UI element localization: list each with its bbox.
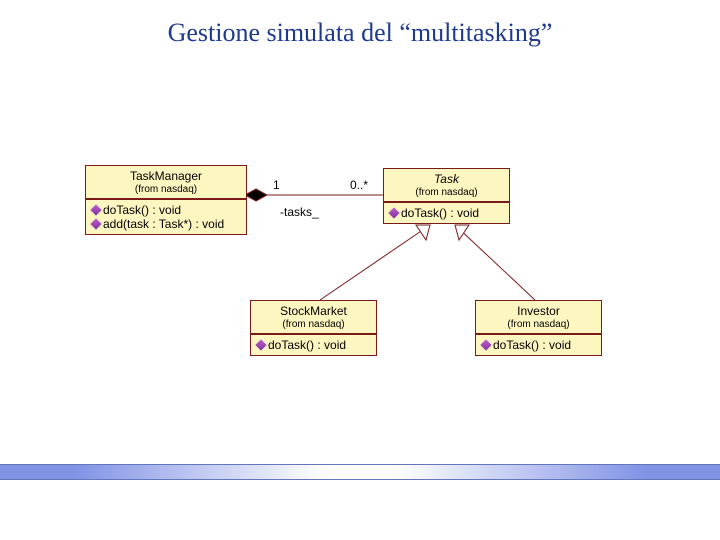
class-operations: doTask() : void xyxy=(251,335,376,355)
class-origin: (from nasdaq) xyxy=(384,187,509,201)
operation-label: doTask() : void xyxy=(493,338,571,352)
association-role: -tasks_ xyxy=(280,205,319,219)
class-task: Task (from nasdaq) doTask() : void xyxy=(383,168,510,224)
slide-title: Gestione simulata del “multitasking” xyxy=(0,18,720,48)
uml-connectors xyxy=(0,0,720,540)
operation-label: doTask() : void xyxy=(103,203,181,217)
operation-icon xyxy=(255,339,266,350)
multiplicity-right: 0..* xyxy=(350,178,368,192)
class-operations: doTask() : void xyxy=(384,203,509,223)
class-origin: (from nasdaq) xyxy=(476,319,601,333)
operation: doTask() : void xyxy=(257,338,370,352)
class-task-manager: TaskManager (from nasdaq) doTask() : voi… xyxy=(85,165,247,235)
class-investor: Investor (from nasdaq) doTask() : void xyxy=(475,300,602,356)
operation-label: doTask() : void xyxy=(401,206,479,220)
operation: doTask() : void xyxy=(92,203,240,217)
class-name: Task xyxy=(384,169,509,187)
operation-icon xyxy=(388,207,399,218)
operation: doTask() : void xyxy=(390,206,503,220)
class-operations: doTask() : void xyxy=(476,335,601,355)
class-name: TaskManager xyxy=(86,166,246,184)
operation-icon xyxy=(480,339,491,350)
class-name: Investor xyxy=(476,301,601,319)
operation-label: add(task : Task*) : void xyxy=(103,217,224,231)
operation-label: doTask() : void xyxy=(268,338,346,352)
class-name: StockMarket xyxy=(251,301,376,319)
multiplicity-left: 1 xyxy=(273,178,280,192)
class-origin: (from nasdaq) xyxy=(86,184,246,198)
operation-icon xyxy=(90,218,101,229)
class-stock-market: StockMarket (from nasdaq) doTask() : voi… xyxy=(250,300,377,356)
operation: doTask() : void xyxy=(482,338,595,352)
operation-icon xyxy=(90,204,101,215)
footer-bar xyxy=(0,464,720,480)
class-operations: doTask() : void add(task : Task*) : void xyxy=(86,200,246,234)
class-origin: (from nasdaq) xyxy=(251,319,376,333)
operation: add(task : Task*) : void xyxy=(92,217,240,231)
